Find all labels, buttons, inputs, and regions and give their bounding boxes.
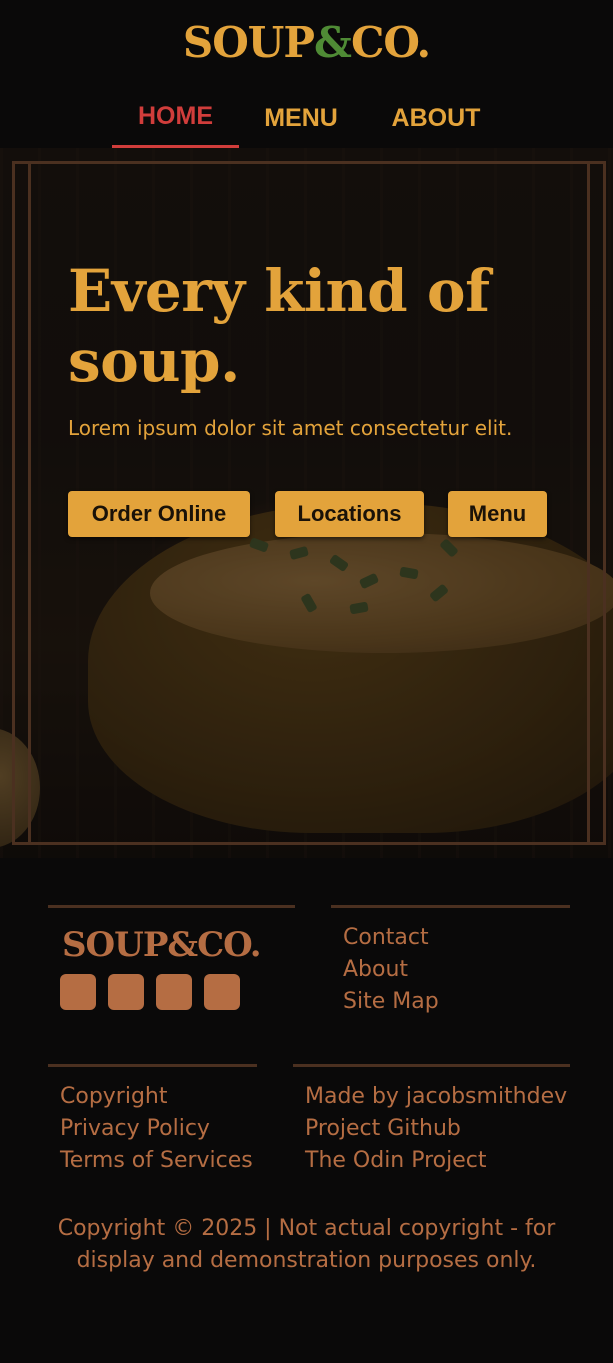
footer-divider	[293, 1064, 570, 1067]
footer-link-made-by[interactable]: Made by jacobsmithdev	[305, 1081, 567, 1113]
footer-link-site-map[interactable]: Site Map	[343, 986, 439, 1018]
footer-link-privacy-policy[interactable]: Privacy Policy	[60, 1113, 210, 1145]
hero-section: Every kind of soup. Lorem ipsum dolor si…	[0, 148, 613, 858]
site-logo[interactable]: SOUP&CO.	[0, 18, 613, 68]
logo-word-soup: SOUP	[182, 18, 315, 67]
site-footer: SOUP&CO. Contact About Site Map Copyrigh…	[0, 858, 613, 1363]
hero-subtitle: Lorem ipsum dolor sit amet consectetur e…	[68, 416, 513, 440]
social-icon[interactable]	[204, 974, 240, 1010]
social-icon[interactable]	[108, 974, 144, 1010]
nav-menu[interactable]: MENU	[248, 96, 354, 148]
footer-link-project-github[interactable]: Project Github	[305, 1113, 461, 1145]
footer-link-copyright[interactable]: Copyright	[60, 1081, 168, 1113]
footer-divider	[48, 905, 295, 908]
footer-copyright-notice: Copyright © 2025 | Not actual copyright …	[57, 1216, 556, 1273]
social-icon[interactable]	[156, 974, 192, 1010]
logo-word-co: CO.	[350, 18, 431, 67]
footer-logo[interactable]: SOUP&CO.	[62, 920, 262, 970]
hero-title: Every kind of soup.	[68, 257, 490, 395]
footer-link-terms[interactable]: Terms of Services	[60, 1145, 253, 1177]
menu-button[interactable]: Menu	[448, 491, 547, 537]
footer-divider	[331, 905, 570, 908]
locations-button[interactable]: Locations	[275, 491, 424, 537]
logo-ampersand: &	[314, 18, 352, 67]
nav-home[interactable]: HOME	[112, 96, 239, 148]
footer-link-odin-project[interactable]: The Odin Project	[305, 1145, 487, 1177]
footer-divider	[48, 1064, 257, 1067]
site-header: SOUP&CO. HOME MENU ABOUT	[0, 0, 613, 148]
nav-about[interactable]: ABOUT	[374, 96, 498, 148]
footer-link-contact[interactable]: Contact	[343, 922, 429, 954]
social-icon[interactable]	[60, 974, 96, 1010]
footer-link-about[interactable]: About	[343, 954, 408, 986]
order-online-button[interactable]: Order Online	[68, 491, 250, 537]
main-nav: HOME MENU ABOUT	[0, 96, 613, 148]
